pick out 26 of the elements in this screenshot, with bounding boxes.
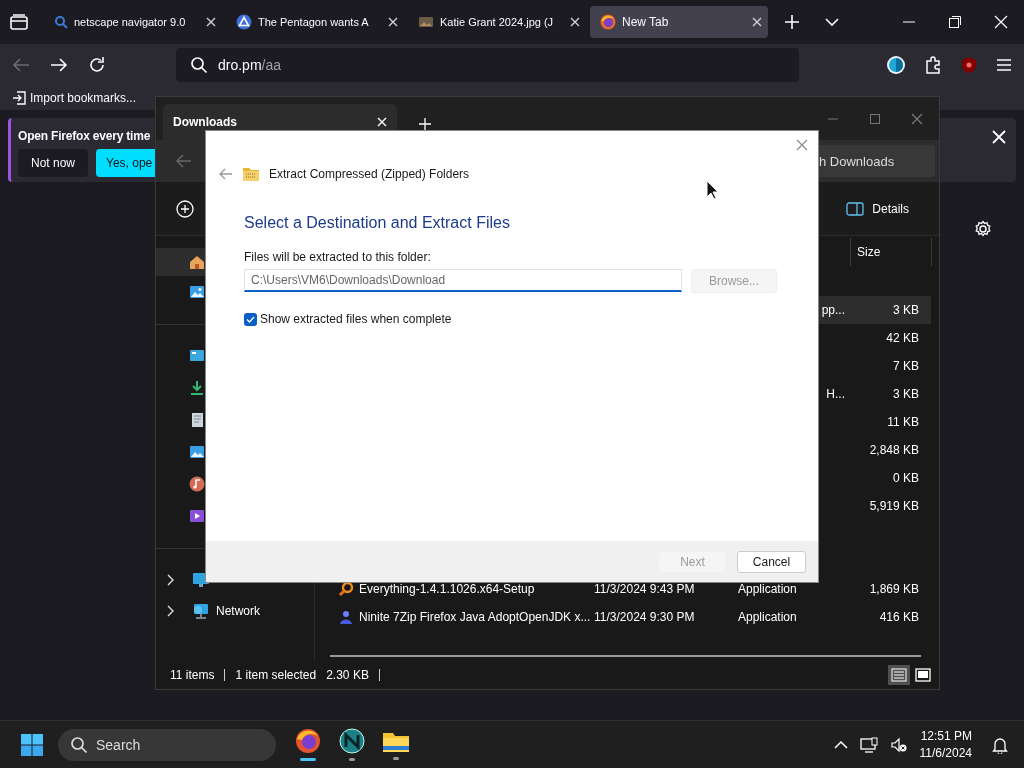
file-type: Application	[738, 582, 797, 596]
file-type: pp...	[821, 303, 845, 317]
checkbox-label: Show extracted files when complete	[260, 312, 452, 326]
file-date: 11/3/2024 9:30 PM	[594, 610, 695, 624]
file-size: 2,848 KB	[869, 443, 919, 457]
file-size: 5,919 KB	[869, 499, 919, 513]
notification-message: Open Firefox every time	[18, 129, 151, 143]
file-name: Everything-1.4.1.1026.x64-Setup	[359, 582, 535, 596]
file-size: 416 KB	[879, 610, 919, 624]
file-size: 0 KB	[893, 471, 919, 485]
file-size: 7 KB	[893, 359, 919, 373]
field-label: Files will be extracted to this folder:	[244, 250, 432, 264]
file-size: 11 KB	[887, 415, 919, 429]
item-count: 11 items	[170, 668, 215, 682]
dialog-title: Extract Compressed (Zipped) Folders	[269, 167, 470, 181]
selection-status: 1 item selected	[235, 668, 317, 682]
selection-size: 2.30 KB	[326, 668, 369, 682]
dialog-heading: Select a Destination and Extract Files	[244, 214, 511, 232]
file-type: Application	[738, 610, 797, 624]
file-size: 42 KB	[886, 331, 919, 345]
file-size: 1,869 KB	[869, 582, 919, 596]
file-date: 11/3/2024 9:43 PM	[594, 582, 695, 596]
file-size: 3 KB	[893, 387, 919, 401]
file-type: H...	[826, 387, 845, 401]
file-name: Ninite 7Zip Firefox Java AdoptOpenJDK x...	[359, 610, 591, 624]
file-size: 3 KB	[893, 303, 919, 317]
